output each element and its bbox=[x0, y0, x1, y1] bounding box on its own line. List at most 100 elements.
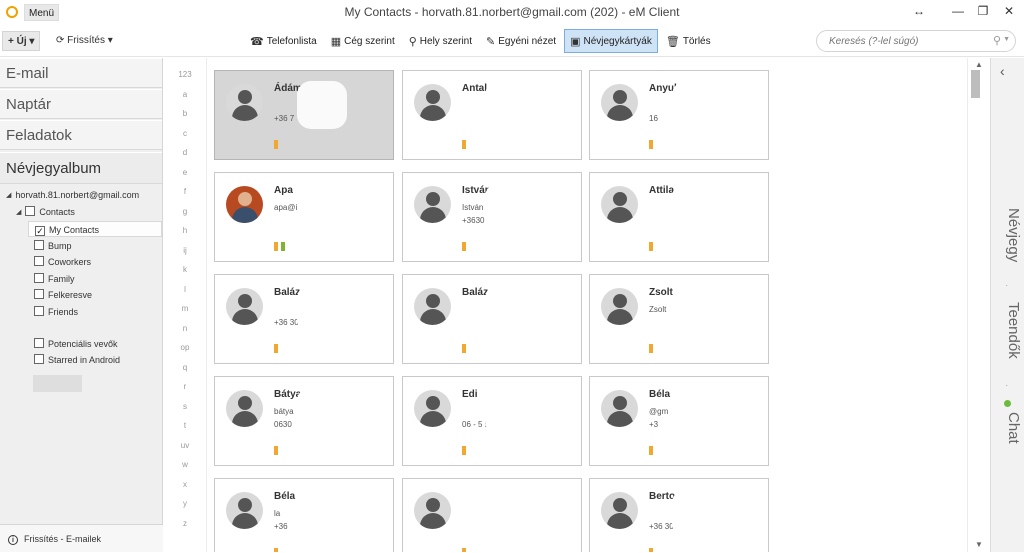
checkbox[interactable] bbox=[34, 354, 44, 364]
info-icon: i bbox=[8, 535, 18, 545]
contact-card[interactable]: Bátya bátya 0630 bbox=[214, 376, 394, 466]
alphabet-letter[interactable]: l bbox=[163, 285, 207, 294]
scroll-down-icon[interactable]: ▼ bbox=[975, 540, 983, 549]
contact-card[interactable]: Balázs bbox=[402, 274, 582, 364]
contact-card[interactable]: Balázs +36 30 bbox=[214, 274, 394, 364]
collapse-icon[interactable]: ‹ bbox=[1000, 63, 1005, 79]
folder-item[interactable]: Felkeresve bbox=[34, 287, 92, 303]
alphabet-letter[interactable]: uv bbox=[163, 441, 207, 450]
alphabet-letter[interactable]: z bbox=[163, 519, 207, 528]
alphabet-letter[interactable]: w bbox=[163, 460, 207, 469]
caret-down-icon[interactable]: ◢ bbox=[6, 188, 11, 204]
chevron-down-icon[interactable]: ▼ bbox=[1003, 36, 1010, 43]
contact-phone: 0630 bbox=[274, 420, 292, 429]
tab-contact[interactable]: Névjegy bbox=[994, 208, 1022, 262]
checkbox[interactable] bbox=[34, 256, 44, 266]
avatar-body bbox=[607, 105, 633, 121]
scroll-up-icon[interactable]: ▲ bbox=[975, 60, 983, 69]
folder-item[interactable]: Friends bbox=[34, 304, 78, 320]
alphabet-letter[interactable]: t bbox=[163, 421, 207, 430]
alphabet-letter[interactable]: a bbox=[163, 90, 207, 99]
folder-item[interactable]: ✓ My Contacts bbox=[28, 221, 162, 237]
avatar-head bbox=[613, 396, 627, 410]
delete-button[interactable]: 🗑 Törlés bbox=[660, 29, 717, 53]
phone-icon: ☎ bbox=[250, 35, 264, 48]
folder-item[interactable]: Coworkers bbox=[34, 254, 91, 270]
business-cards-button[interactable]: ▣ Névjegykártyák bbox=[564, 29, 658, 53]
folder-item[interactable]: Starred in Android bbox=[34, 352, 120, 368]
caret-down-icon[interactable]: ◢ bbox=[16, 205, 21, 221]
scroll-thumb[interactable] bbox=[971, 70, 980, 98]
avatar-body bbox=[420, 513, 446, 529]
alphabet-letter[interactable]: m bbox=[163, 304, 207, 313]
nav-calendar[interactable]: Naptár bbox=[0, 89, 162, 119]
by-company-button[interactable]: ▦ Cég szerint bbox=[325, 29, 401, 53]
new-button[interactable]: + Új ▾ bbox=[2, 31, 41, 51]
by-location-button[interactable]: ⚲ Hely szerint bbox=[403, 29, 478, 53]
avatar-placeholder-icon bbox=[414, 288, 451, 325]
alphabet-letter[interactable]: g bbox=[163, 207, 207, 216]
contact-card[interactable]: Béla @gm +3 bbox=[589, 376, 769, 466]
avatar-head bbox=[238, 498, 252, 512]
folder-item[interactable]: Potenciális vevők bbox=[34, 336, 118, 352]
checkbox[interactable]: ✓ bbox=[35, 226, 45, 236]
alphabet-letter[interactable]: r bbox=[163, 382, 207, 391]
alphabet-letter[interactable]: 123 bbox=[163, 70, 207, 79]
nav-contacts[interactable]: Névjegyalbum bbox=[0, 152, 162, 184]
alphabet-letter[interactable]: e bbox=[163, 168, 207, 177]
tab-todos[interactable]: Teendők bbox=[994, 302, 1022, 359]
alphabet-letter[interactable]: d bbox=[163, 148, 207, 157]
contact-name: Zsolt bbox=[649, 287, 673, 298]
alphabet-letter[interactable]: y bbox=[163, 499, 207, 508]
contact-card[interactable]: Edi 06 - 5 9 bbox=[402, 376, 582, 466]
checkbox[interactable] bbox=[34, 338, 44, 348]
custom-view-button[interactable]: ✎ Egyéni nézet bbox=[480, 29, 562, 53]
contact-card[interactable]: István István +3630 bbox=[402, 172, 582, 262]
contact-card[interactable]: Béla la +36 bbox=[214, 478, 394, 552]
account-row[interactable]: ◢ horvath.81.norbert@gmail.com bbox=[6, 187, 139, 203]
folder-item[interactable]: Bump bbox=[34, 238, 72, 254]
contact-card[interactable]: Anyuka 16 bbox=[589, 70, 769, 160]
contact-card[interactable]: Attila bbox=[589, 172, 769, 262]
alphabet-letter[interactable]: ij bbox=[163, 246, 207, 255]
resize-icon[interactable]: ↔ bbox=[904, 2, 934, 20]
nav-tasks[interactable]: Feladatok bbox=[0, 120, 162, 150]
alphabet-letter[interactable]: n bbox=[163, 324, 207, 333]
contact-card[interactable]: Antal bbox=[402, 70, 582, 160]
phone-list-button[interactable]: ☎ Telefonlista bbox=[244, 29, 323, 53]
redaction-blur bbox=[672, 489, 722, 537]
alphabet-letter[interactable]: x bbox=[163, 480, 207, 489]
checkbox[interactable] bbox=[34, 273, 44, 283]
tab-chat[interactable]: Chat bbox=[994, 412, 1022, 444]
checkbox[interactable] bbox=[25, 206, 36, 216]
contact-card[interactable] bbox=[402, 478, 582, 552]
contact-phone: +36 30 bbox=[274, 318, 299, 327]
alphabet-letter[interactable]: q bbox=[163, 363, 207, 372]
refresh-button[interactable]: ⟳ Frissítés ▾ bbox=[56, 31, 113, 51]
checkbox[interactable] bbox=[34, 240, 44, 250]
alphabet-letter[interactable]: k bbox=[163, 265, 207, 274]
alphabet-letter[interactable]: c bbox=[163, 129, 207, 138]
contact-phone: +36 bbox=[274, 522, 288, 531]
search-box[interactable]: ⚲ ▼ bbox=[816, 30, 1016, 52]
folder-contacts[interactable]: ◢ Contacts bbox=[16, 204, 75, 220]
alphabet-letter[interactable]: b bbox=[163, 109, 207, 118]
contact-card[interactable]: Berto +36 30 bbox=[589, 478, 769, 552]
redaction-blur bbox=[672, 81, 722, 129]
view-label: Telefonlista bbox=[266, 35, 317, 47]
checkbox[interactable] bbox=[34, 306, 44, 316]
contact-card[interactable]: Apa apa@icl.io bbox=[214, 172, 394, 262]
alphabet-letter[interactable]: f bbox=[163, 187, 207, 196]
alphabet-letter[interactable]: op bbox=[163, 343, 207, 352]
alphabet-letter[interactable]: h bbox=[163, 226, 207, 235]
folder-item[interactable]: Family bbox=[34, 271, 75, 287]
alphabet-letter[interactable]: s bbox=[163, 402, 207, 411]
contact-card[interactable]: Ádám +36 7 bbox=[214, 70, 394, 160]
nav-email[interactable]: E-mail bbox=[0, 58, 162, 88]
vertical-scrollbar[interactable]: ▲ ▼ bbox=[967, 58, 989, 552]
search-input[interactable] bbox=[829, 34, 989, 49]
checkbox[interactable] bbox=[34, 289, 44, 299]
search-icon[interactable]: ⚲ bbox=[993, 34, 1001, 47]
close-button[interactable]: ✕ bbox=[994, 2, 1024, 20]
contact-card[interactable]: Zsolt Zsolt bbox=[589, 274, 769, 364]
